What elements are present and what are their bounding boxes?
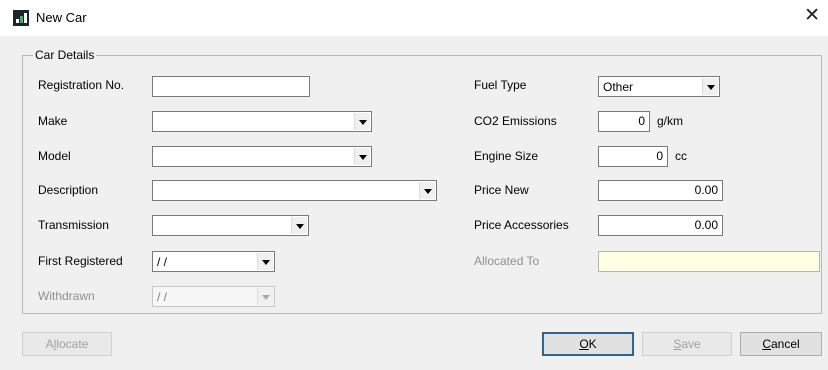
- price-new-label: Price New: [474, 183, 529, 197]
- group-legend: Car Details: [35, 48, 95, 62]
- co2-emissions-input[interactable]: 0: [598, 111, 650, 132]
- window-title: New Car: [36, 10, 87, 25]
- co2-unit-label: g/km: [657, 114, 684, 128]
- withdrawn-date-picker: / /: [152, 286, 275, 307]
- chevron-down-icon: [257, 288, 273, 305]
- model-label: Model: [38, 149, 71, 163]
- engine-size-input[interactable]: 0: [598, 146, 668, 167]
- transmission-dropdown[interactable]: [152, 215, 309, 236]
- ok-button[interactable]: OK: [542, 332, 634, 356]
- allocated-to-label: Allocated To: [474, 254, 540, 268]
- description-dropdown[interactable]: [152, 180, 437, 201]
- registration-no-input[interactable]: [152, 76, 310, 97]
- cancel-button[interactable]: Cancel: [740, 332, 822, 356]
- fuel-type-value: Other: [603, 80, 634, 94]
- withdrawn-value: / /: [157, 290, 168, 304]
- allocate-button: Allocate: [22, 332, 112, 356]
- chevron-down-icon[interactable]: [257, 253, 273, 270]
- transmission-label: Transmission: [38, 218, 109, 232]
- fuel-type-label: Fuel Type: [474, 78, 527, 92]
- close-icon[interactable]: ✕: [804, 6, 820, 26]
- registration-no-label: Registration No.: [38, 78, 125, 92]
- co2-emissions-label: CO2 Emissions: [474, 114, 557, 128]
- price-accessories-label: Price Accessories: [474, 218, 569, 232]
- description-label: Description: [38, 183, 99, 197]
- engine-size-label: Engine Size: [474, 149, 539, 163]
- model-dropdown[interactable]: [152, 146, 372, 167]
- first-registered-value: / /: [157, 255, 168, 269]
- withdrawn-label: Withdrawn: [38, 289, 95, 303]
- first-registered-label: First Registered: [38, 254, 123, 268]
- allocated-to-field: [598, 251, 820, 272]
- save-button: Save: [642, 332, 732, 356]
- first-registered-date-picker[interactable]: / /: [152, 251, 275, 272]
- chevron-down-icon[interactable]: [702, 78, 718, 95]
- chevron-down-icon[interactable]: [419, 182, 435, 199]
- engine-unit-label: cc: [675, 149, 687, 163]
- fuel-type-dropdown[interactable]: Other: [598, 76, 720, 97]
- price-new-input[interactable]: 0.00: [598, 180, 723, 201]
- app-chart-icon: [13, 10, 29, 26]
- chevron-down-icon[interactable]: [291, 217, 307, 234]
- make-dropdown[interactable]: [152, 111, 372, 132]
- title-bar: New Car ✕: [0, 0, 828, 36]
- price-accessories-input[interactable]: 0.00: [598, 215, 723, 236]
- chevron-down-icon[interactable]: [354, 148, 370, 165]
- make-label: Make: [38, 114, 68, 128]
- chevron-down-icon[interactable]: [354, 113, 370, 130]
